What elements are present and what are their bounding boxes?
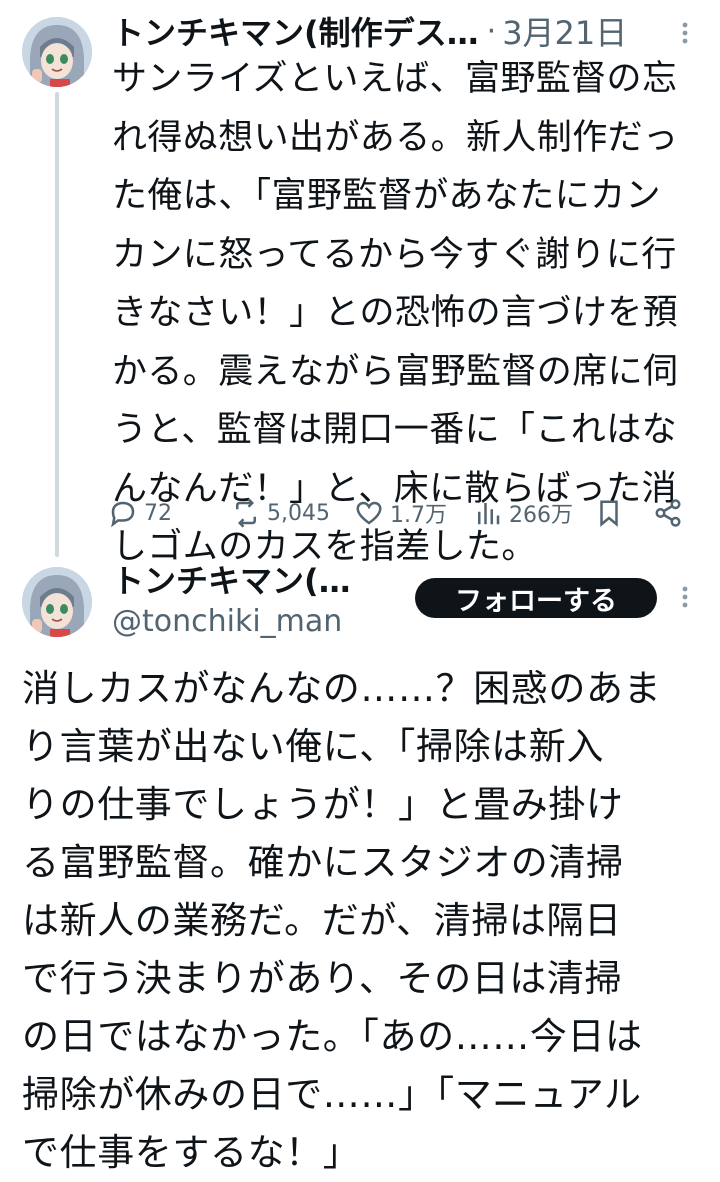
header-separator: · (486, 13, 497, 49)
more-vertical-icon (682, 22, 688, 44)
reply-count: 72 (144, 500, 172, 526)
thread-connector-line (55, 92, 59, 557)
more-vertical-icon (682, 586, 688, 608)
author-handle[interactable]: @tonchiki_man (112, 604, 342, 639)
author-name[interactable]: トンチキマン(制作デス… (112, 8, 479, 54)
analytics-icon (478, 503, 500, 525)
more-options-button[interactable] (670, 582, 700, 612)
reply-button[interactable]: 72 (108, 493, 172, 533)
share-icon (655, 499, 681, 527)
tweet-header: トンチキマン(制作デス… · 3月21日 (112, 8, 627, 54)
tweet-text: 消しカスがなんなの……？困惑のあま り言葉が出ない俺に、「掃除は新入 りの仕事で… (22, 667, 662, 1174)
anime-character-avatar-icon (22, 17, 92, 87)
reply-icon (111, 501, 135, 528)
bookmark-button[interactable] (594, 493, 624, 533)
views-button[interactable]: 266万 (473, 493, 573, 533)
retweet-icon (236, 498, 256, 528)
avatar[interactable] (22, 17, 92, 87)
view-count: 266万 (509, 503, 573, 528)
retweet-button[interactable]: 5,045 (231, 493, 330, 533)
tweet-date[interactable]: 3月21日 (502, 8, 627, 54)
share-button[interactable] (653, 493, 683, 533)
heart-icon (356, 501, 382, 525)
anime-character-avatar-icon (22, 567, 92, 637)
follow-button[interactable]: フォローする (415, 578, 657, 618)
more-options-button[interactable] (670, 18, 700, 48)
tweet-actions: 72 5,045 1.7万 266万 (108, 493, 688, 533)
retweet-count: 5,045 (267, 500, 330, 526)
avatar[interactable] (22, 567, 92, 637)
like-button[interactable]: 1.7万 (354, 493, 447, 533)
author-name[interactable]: トンチキマン(… (112, 556, 351, 602)
bookmark-icon (600, 500, 618, 527)
like-count: 1.7万 (390, 503, 447, 528)
